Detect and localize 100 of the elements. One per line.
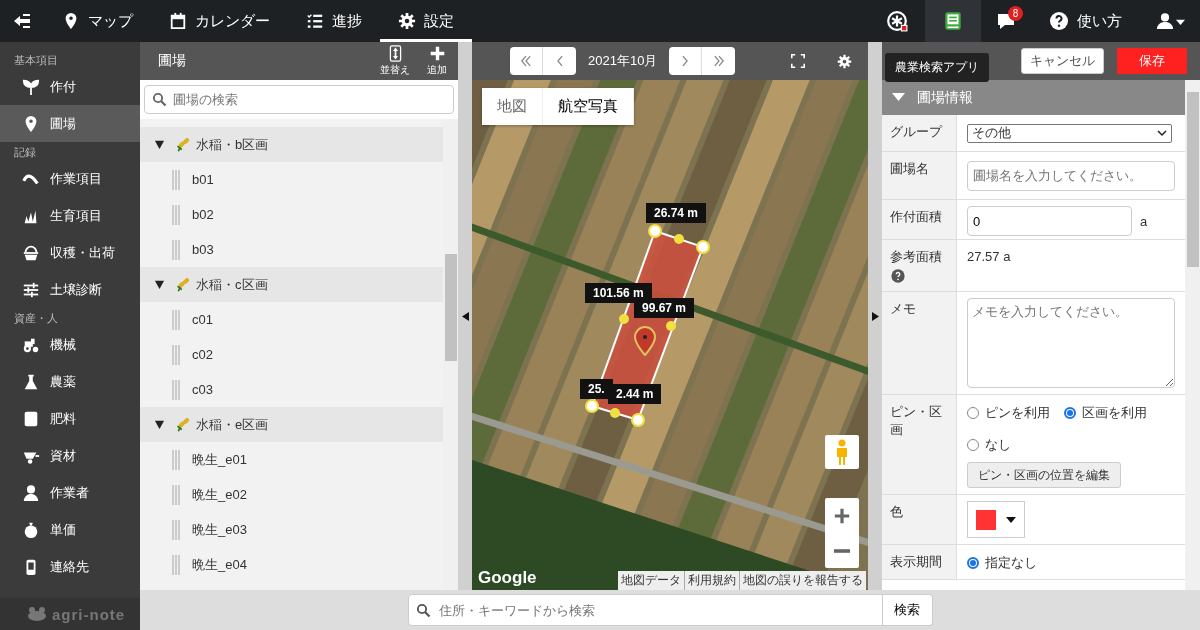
drag-handle-icon — [172, 169, 180, 190]
field-list-item[interactable]: 晩生_e03 — [140, 512, 443, 547]
map-type-button[interactable]: 地図 — [482, 88, 543, 125]
sidebar-item[interactable]: 機械 — [0, 326, 140, 363]
field-label: メモ — [890, 300, 916, 318]
sidebar-item[interactable]: 生育項目 — [0, 197, 140, 234]
sidebar-item[interactable]: 圃場 — [0, 105, 140, 142]
color-picker[interactable] — [967, 501, 1025, 538]
field-label: 作付面積 — [890, 208, 942, 226]
settings-icon — [398, 12, 416, 30]
panel-title: 圃場 — [158, 52, 187, 70]
month-label: 2021年10月 — [587, 52, 659, 70]
field-list-item[interactable]: b02 — [140, 197, 443, 232]
double-chevron-left-icon — [519, 54, 533, 68]
memo-field[interactable]: メモを入力してください。 — [967, 298, 1175, 388]
calendar-icon — [169, 12, 187, 30]
search-field[interactable]: 圃場の検索 — [144, 85, 454, 114]
search-button[interactable]: 検索 — [882, 594, 933, 626]
dropdown-value: その他 — [972, 124, 1011, 142]
person-icon — [22, 483, 40, 502]
tooltip: 農業検索アプリ — [885, 53, 989, 82]
field-list-item[interactable]: c01 — [140, 302, 443, 337]
cancel-button[interactable]: キャンセル — [1021, 48, 1104, 74]
number-field[interactable]: 0 — [967, 206, 1132, 236]
checklist-icon — [306, 12, 324, 30]
triangle-right-icon — [871, 311, 879, 321]
group-name: 水稲・c区画 — [196, 275, 268, 294]
tree-group-row[interactable]: 水稲・e区画 — [140, 407, 443, 442]
collapse-handle[interactable] — [458, 42, 472, 590]
field-label: 色 — [890, 503, 903, 521]
notification-badge: 8 — [1008, 6, 1023, 21]
field-list-item[interactable]: c02 — [140, 337, 443, 372]
sidebar-item[interactable]: 連絡先 — [0, 548, 140, 585]
field-label: 表示期間 — [890, 553, 942, 571]
pegman-icon — [835, 439, 849, 465]
drag-handle-icon — [172, 554, 180, 575]
radio-option[interactable]: 区画を利用 — [1064, 404, 1147, 422]
field-list-item[interactable]: b01 — [140, 162, 443, 197]
sidebar-item[interactable]: 土壌診断 — [0, 271, 140, 308]
address-search-field[interactable]: 住所・キーワードから検索 — [407, 594, 883, 626]
nav-tab[interactable]: 進捗 — [288, 0, 380, 42]
map-type-button[interactable]: 航空写真 — [543, 88, 634, 125]
distance-label: 99.67 m — [634, 298, 695, 318]
field-list-item[interactable]: 晩生_e04 — [140, 547, 443, 582]
rice-plant-icon — [175, 276, 192, 293]
field-label: ピン・区画 — [890, 403, 943, 439]
sidebar-item[interactable]: 農薬 — [0, 363, 140, 400]
field-list-item[interactable]: 晩生_e01 — [140, 442, 443, 477]
user-icon — [1155, 12, 1174, 30]
logo-text: agri-note — [52, 605, 126, 623]
sidebar-item[interactable]: 作業項目 — [0, 160, 140, 197]
chevron-down-icon — [1157, 128, 1167, 138]
radio-option[interactable]: ピンを利用 — [967, 404, 1050, 422]
edit-position-button[interactable]: ピン・区画の位置を編集 — [967, 462, 1121, 488]
drag-handle-icon — [172, 484, 180, 505]
radio-option[interactable]: 指定なし — [967, 554, 1037, 572]
tree-group-row[interactable]: 水稲・b区画 — [140, 127, 443, 162]
sliders-icon — [22, 280, 40, 299]
field-value: 27.57 a — [967, 249, 1011, 264]
section-header[interactable]: 圃場情報 — [882, 80, 1185, 115]
notifications-button[interactable]: 8 — [981, 0, 1031, 42]
group-name: 水稲・e区画 — [196, 415, 269, 434]
attribution-link[interactable]: 利用規約 — [684, 571, 739, 590]
sidebar-item[interactable]: 収穫・出荷 — [0, 234, 140, 271]
flask-icon — [22, 372, 40, 391]
scrollbar[interactable] — [1185, 80, 1200, 590]
field-list-item[interactable]: c03 — [140, 372, 443, 407]
radio-option[interactable]: なし — [967, 436, 1011, 454]
rice-plant-icon — [175, 136, 192, 153]
text-field[interactable]: 圃場名を入力してください。 — [967, 160, 1175, 191]
tree-group-row[interactable]: 水稲・c区画 — [140, 267, 443, 302]
toolbar-button[interactable]: 並替え — [374, 45, 416, 77]
book-icon — [942, 10, 964, 32]
money-bag-icon — [22, 520, 40, 539]
sidebar-item[interactable]: 単価 — [0, 511, 140, 548]
sidebar-item[interactable]: 肥料 — [0, 400, 140, 437]
asterisk-circle-icon — [886, 10, 908, 32]
collapse-handle[interactable] — [868, 42, 882, 590]
sidebar-item[interactable]: 資材 — [0, 437, 140, 474]
sidebar-item[interactable]: 作業者 — [0, 474, 140, 511]
help-link[interactable]: 使い方 — [1031, 0, 1140, 42]
drag-handle-icon — [172, 309, 180, 330]
sidebar-heading: 資産・人 — [13, 311, 59, 326]
nav-tab[interactable]: マップ — [44, 0, 151, 42]
dropdown[interactable]: その他 — [967, 123, 1172, 143]
drag-handle-icon — [172, 519, 180, 540]
field-list-item[interactable]: 晩生_e02 — [140, 477, 443, 512]
group-name: 水稲・b区画 — [196, 135, 269, 154]
nav-tab[interactable]: カレンダー — [151, 0, 288, 42]
map-pin-icon — [633, 326, 657, 356]
sprout-icon — [22, 77, 40, 96]
app-button[interactable] — [925, 0, 981, 42]
field-list-item[interactable]: b03 — [140, 232, 443, 267]
drag-handle-icon — [172, 344, 180, 365]
save-button[interactable]: 保存 — [1117, 48, 1187, 74]
basket-icon — [22, 243, 40, 262]
minus-icon — [834, 548, 850, 553]
toolbar-button[interactable]: 追加 — [416, 45, 458, 77]
back-icon — [12, 11, 32, 31]
sidebar-item[interactable]: 作付 — [0, 68, 140, 105]
